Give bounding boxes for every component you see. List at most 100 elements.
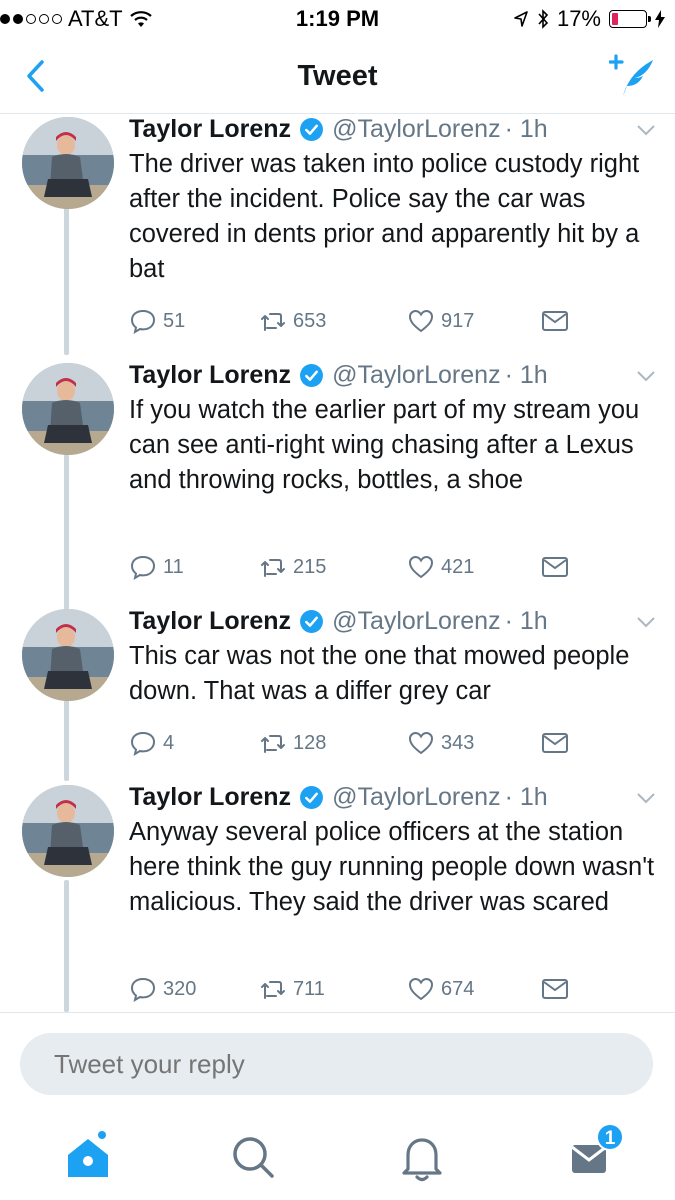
direct-message-button[interactable] <box>541 975 569 1003</box>
tweet-text: This car was not the one that mowed peop… <box>129 642 630 705</box>
author-handle[interactable]: @TaylorLorenz <box>332 783 501 812</box>
retweet-count: 653 <box>293 309 327 332</box>
messages-badge: 1 <box>596 1123 624 1151</box>
tab-home[interactable] <box>58 1127 118 1187</box>
author-name[interactable]: Taylor Lorenz <box>129 361 291 390</box>
page-title: Tweet <box>297 60 378 92</box>
heart-icon <box>408 977 434 1001</box>
bluetooth-icon <box>538 9 549 29</box>
reply-icon <box>130 309 156 335</box>
avatar[interactable] <box>22 785 114 877</box>
chevron-down-icon[interactable] <box>635 787 657 809</box>
author-handle[interactable]: @TaylorLorenz <box>332 607 501 636</box>
chevron-down-icon[interactable] <box>635 119 657 141</box>
reply-button[interactable]: 51 <box>129 307 185 335</box>
tab-search[interactable] <box>222 1127 282 1187</box>
author-handle[interactable]: @TaylorLorenz <box>332 115 501 144</box>
avatar[interactable] <box>22 609 114 701</box>
tab-messages[interactable]: 1 <box>562 1123 624 1187</box>
battery-icon <box>609 10 651 28</box>
location-arrow-icon <box>514 11 528 27</box>
charging-bolt-icon <box>655 10 665 28</box>
tweet-time: · 1h <box>504 361 548 389</box>
tweet-time: · 1h <box>504 783 548 811</box>
tweet-text: If you watch the earlier part of my stre… <box>129 396 640 494</box>
reply-area <box>0 1012 675 1107</box>
envelope-icon <box>542 979 568 999</box>
retweet-icon <box>261 735 285 753</box>
notifications-bell-icon <box>402 1138 442 1182</box>
reply-button[interactable]: 320 <box>129 975 196 1003</box>
status-bar: AT&T 1:19 PM 17% <box>0 0 675 40</box>
reply-box[interactable] <box>20 1033 653 1095</box>
like-count: 917 <box>441 309 475 332</box>
compose-tweet-icon[interactable] <box>609 52 657 100</box>
heart-icon <box>408 309 434 333</box>
avatar[interactable] <box>22 117 114 209</box>
like-button[interactable]: 917 <box>407 307 474 335</box>
tweet[interactable]: Taylor Lorenz @TaylorLorenz · 1h If you … <box>0 361 675 603</box>
author-name[interactable]: Taylor Lorenz <box>129 607 291 636</box>
tweet-header: Taylor Lorenz @TaylorLorenz · 1h <box>129 607 548 636</box>
chevron-down-icon[interactable] <box>635 365 657 387</box>
tweet-thread: Taylor Lorenz @TaylorLorenz · 1h The dri… <box>0 115 675 1012</box>
direct-message-button[interactable] <box>541 729 569 757</box>
verified-badge-icon <box>300 786 324 809</box>
reply-count: 4 <box>163 731 175 754</box>
retweet-button[interactable]: 653 <box>259 307 326 335</box>
tweet[interactable]: Taylor Lorenz @TaylorLorenz · 1h Anyway … <box>0 783 675 1012</box>
retweet-icon <box>261 313 285 331</box>
retweet-button[interactable]: 215 <box>259 553 326 581</box>
verified-badge-icon <box>300 610 324 633</box>
reply-count: 11 <box>163 555 184 578</box>
tab-notifications[interactable] <box>392 1127 452 1187</box>
heart-icon <box>408 731 434 755</box>
author-name[interactable]: Taylor Lorenz <box>129 783 291 812</box>
reply-icon <box>130 555 156 581</box>
avatar[interactable] <box>22 363 114 455</box>
envelope-icon <box>542 311 568 331</box>
envelope-icon <box>542 733 568 753</box>
tweet-time: · 1h <box>504 115 548 143</box>
reply-icon <box>130 731 156 757</box>
like-button[interactable]: 674 <box>407 975 474 1003</box>
like-button[interactable]: 421 <box>407 553 474 581</box>
retweet-count: 711 <box>293 977 325 1000</box>
search-icon <box>233 1137 274 1178</box>
envelope-icon <box>542 557 568 577</box>
retweet-count: 128 <box>293 731 327 754</box>
tweet-header: Taylor Lorenz @TaylorLorenz · 1h <box>129 361 548 390</box>
tweet-time: · 1h <box>504 607 548 635</box>
direct-message-button[interactable] <box>541 553 569 581</box>
retweet-button[interactable]: 711 <box>259 975 325 1003</box>
tweet[interactable]: Taylor Lorenz @TaylorLorenz · 1h The dri… <box>0 115 675 355</box>
retweet-icon <box>261 981 285 999</box>
like-count: 421 <box>441 555 475 578</box>
tweet-header: Taylor Lorenz @TaylorLorenz · 1h <box>129 783 548 812</box>
tweet[interactable]: Taylor Lorenz @TaylorLorenz · 1h This ca… <box>0 607 675 777</box>
tab-bar: 1 <box>0 1107 675 1200</box>
retweet-button[interactable]: 128 <box>259 729 326 757</box>
like-count: 343 <box>441 731 475 754</box>
home-icon <box>68 1131 108 1177</box>
tweet-text: The driver was taken into police custody… <box>129 150 640 283</box>
tweet-text: Anyway several police officers at the st… <box>129 818 655 916</box>
reply-icon <box>130 977 156 1003</box>
battery-percent: 17% <box>556 6 601 31</box>
reply-input[interactable] <box>54 1033 614 1095</box>
like-button[interactable]: 343 <box>407 729 474 757</box>
like-count: 674 <box>441 977 475 1000</box>
author-name[interactable]: Taylor Lorenz <box>129 115 291 144</box>
retweet-count: 215 <box>293 555 327 578</box>
direct-message-button[interactable] <box>541 307 569 335</box>
status-right: 17% <box>513 6 665 32</box>
author-handle[interactable]: @TaylorLorenz <box>332 361 501 390</box>
reply-button[interactable]: 11 <box>129 553 184 581</box>
reply-count: 320 <box>163 977 197 1000</box>
chevron-down-icon[interactable] <box>635 611 657 633</box>
reply-button[interactable]: 4 <box>129 729 174 757</box>
nav-bar: Tweet <box>0 40 675 114</box>
retweet-icon <box>261 559 285 577</box>
reply-count: 51 <box>163 309 186 332</box>
verified-badge-icon <box>300 118 324 141</box>
